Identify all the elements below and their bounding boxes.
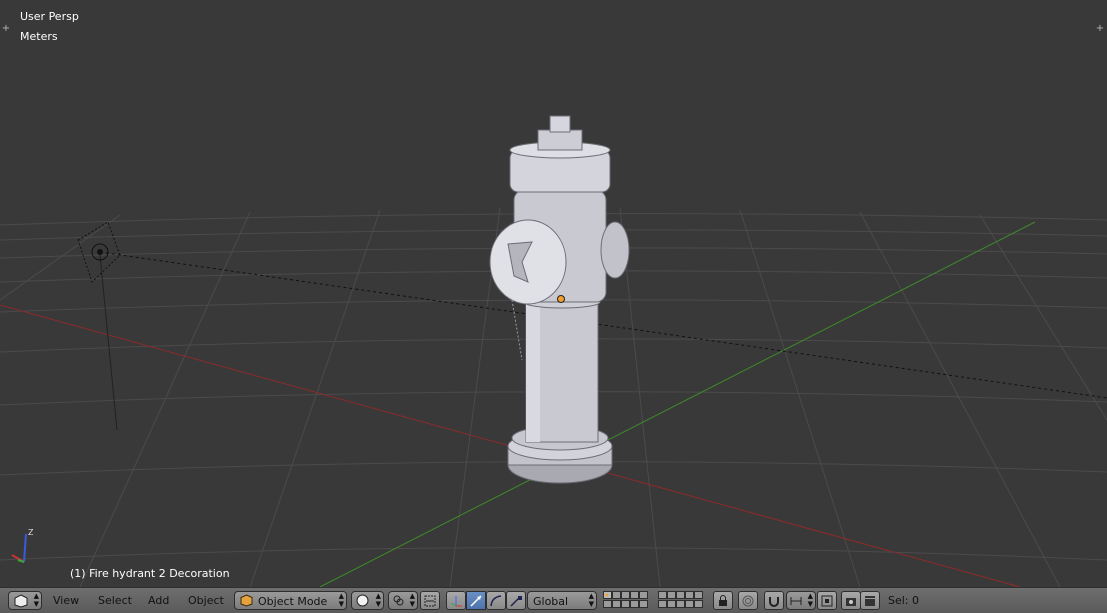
view-name-label: User Persp xyxy=(20,10,79,23)
layer-button[interactable] xyxy=(667,591,676,599)
manipulator-translate-icon xyxy=(470,595,482,607)
layer-button[interactable] xyxy=(694,591,703,599)
layer-button[interactable] xyxy=(630,600,639,608)
menu-select[interactable]: Select xyxy=(98,594,132,607)
viewport-header: ▲ ▼ View Select Add Object Object Mode ▲ ▼… xyxy=(0,587,1107,613)
translate-manipulator-button[interactable] xyxy=(466,591,486,610)
manipulator-toggle[interactable] xyxy=(446,591,466,610)
snap-target-button[interactable] xyxy=(817,591,837,610)
layer-button[interactable] xyxy=(639,591,648,599)
object-mode-cube-icon xyxy=(240,594,253,607)
units-label: Meters xyxy=(20,30,58,43)
layer-button[interactable] xyxy=(603,591,612,599)
layer-button[interactable] xyxy=(676,600,685,608)
camera-icon xyxy=(865,596,875,606)
pivot-selector[interactable]: ▲ ▼ xyxy=(388,591,418,610)
editor-type-icon xyxy=(14,594,28,608)
layer-button[interactable] xyxy=(658,591,667,599)
proportional-edit-button[interactable] xyxy=(738,591,758,610)
snap-magnet-button[interactable] xyxy=(764,591,784,610)
snap-magnet-icon xyxy=(769,597,779,607)
layers-grid-2[interactable] xyxy=(658,591,708,610)
snap-target-icon xyxy=(821,595,833,607)
3d-viewport[interactable]: User Persp Meters (1) Fire hydrant 2 Dec… xyxy=(0,0,1107,587)
editor-type-button[interactable]: ▲ ▼ xyxy=(8,591,42,610)
orientation-label: Global xyxy=(533,595,569,608)
layer-button[interactable] xyxy=(630,591,639,599)
selection-count: Sel: 0 xyxy=(888,594,920,607)
snap-element-selector[interactable]: ▲ ▼ xyxy=(786,591,816,610)
active-object-label: (1) Fire hydrant 2 Decoration xyxy=(70,567,230,580)
render-icon xyxy=(846,598,856,606)
layer-button[interactable] xyxy=(685,600,694,608)
properties-toggle-icon[interactable]: + xyxy=(1095,24,1105,34)
manipulator-scale-icon xyxy=(510,596,522,607)
mode-label: Object Mode xyxy=(258,595,328,608)
layer-button[interactable] xyxy=(667,600,676,608)
manipulator-axes-icon xyxy=(450,596,462,607)
menu-add[interactable]: Add xyxy=(148,594,169,607)
layer-button[interactable] xyxy=(612,591,621,599)
scale-manipulator-button[interactable] xyxy=(506,591,526,610)
layer-button[interactable] xyxy=(621,591,630,599)
layer-button[interactable] xyxy=(685,591,694,599)
shading-sphere-icon xyxy=(356,594,369,607)
menu-view[interactable]: View xyxy=(53,594,79,607)
manipulator-rotate-icon xyxy=(490,595,502,607)
menu-object[interactable]: Object xyxy=(188,594,224,607)
y-axis-line xyxy=(319,221,1036,587)
proportional-icon xyxy=(742,595,754,607)
layer-button[interactable] xyxy=(639,600,648,608)
rotate-manipulator-button[interactable] xyxy=(486,591,506,610)
shading-selector[interactable]: ▲ ▼ xyxy=(351,591,384,610)
snap-toggle[interactable] xyxy=(420,591,440,610)
lock-icon xyxy=(719,595,727,606)
layer-button[interactable] xyxy=(694,600,703,608)
mode-selector[interactable]: Object Mode ▲ ▼ xyxy=(234,591,347,610)
layer-button[interactable] xyxy=(603,600,612,608)
snap-increment-icon xyxy=(790,597,802,605)
lock-layers-button[interactable] xyxy=(713,591,733,610)
opengl-animation-button[interactable] xyxy=(860,591,880,610)
scene-canvas[interactable] xyxy=(0,0,1107,587)
z-axis-label: Z xyxy=(28,528,34,537)
layer-button[interactable] xyxy=(658,600,667,608)
opengl-render-button[interactable] xyxy=(841,591,861,610)
layers-grid-1[interactable] xyxy=(603,591,653,610)
orientation-selector[interactable]: Global ▲ ▼ xyxy=(527,591,597,610)
snap-icon xyxy=(424,595,436,607)
layer-button[interactable] xyxy=(612,600,621,608)
layer-button[interactable] xyxy=(676,591,685,599)
axis-gizmo xyxy=(11,533,27,563)
toolshelf-toggle-icon[interactable]: + xyxy=(1,24,11,34)
pivot-icon xyxy=(393,595,404,606)
layer-button[interactable] xyxy=(621,600,630,608)
